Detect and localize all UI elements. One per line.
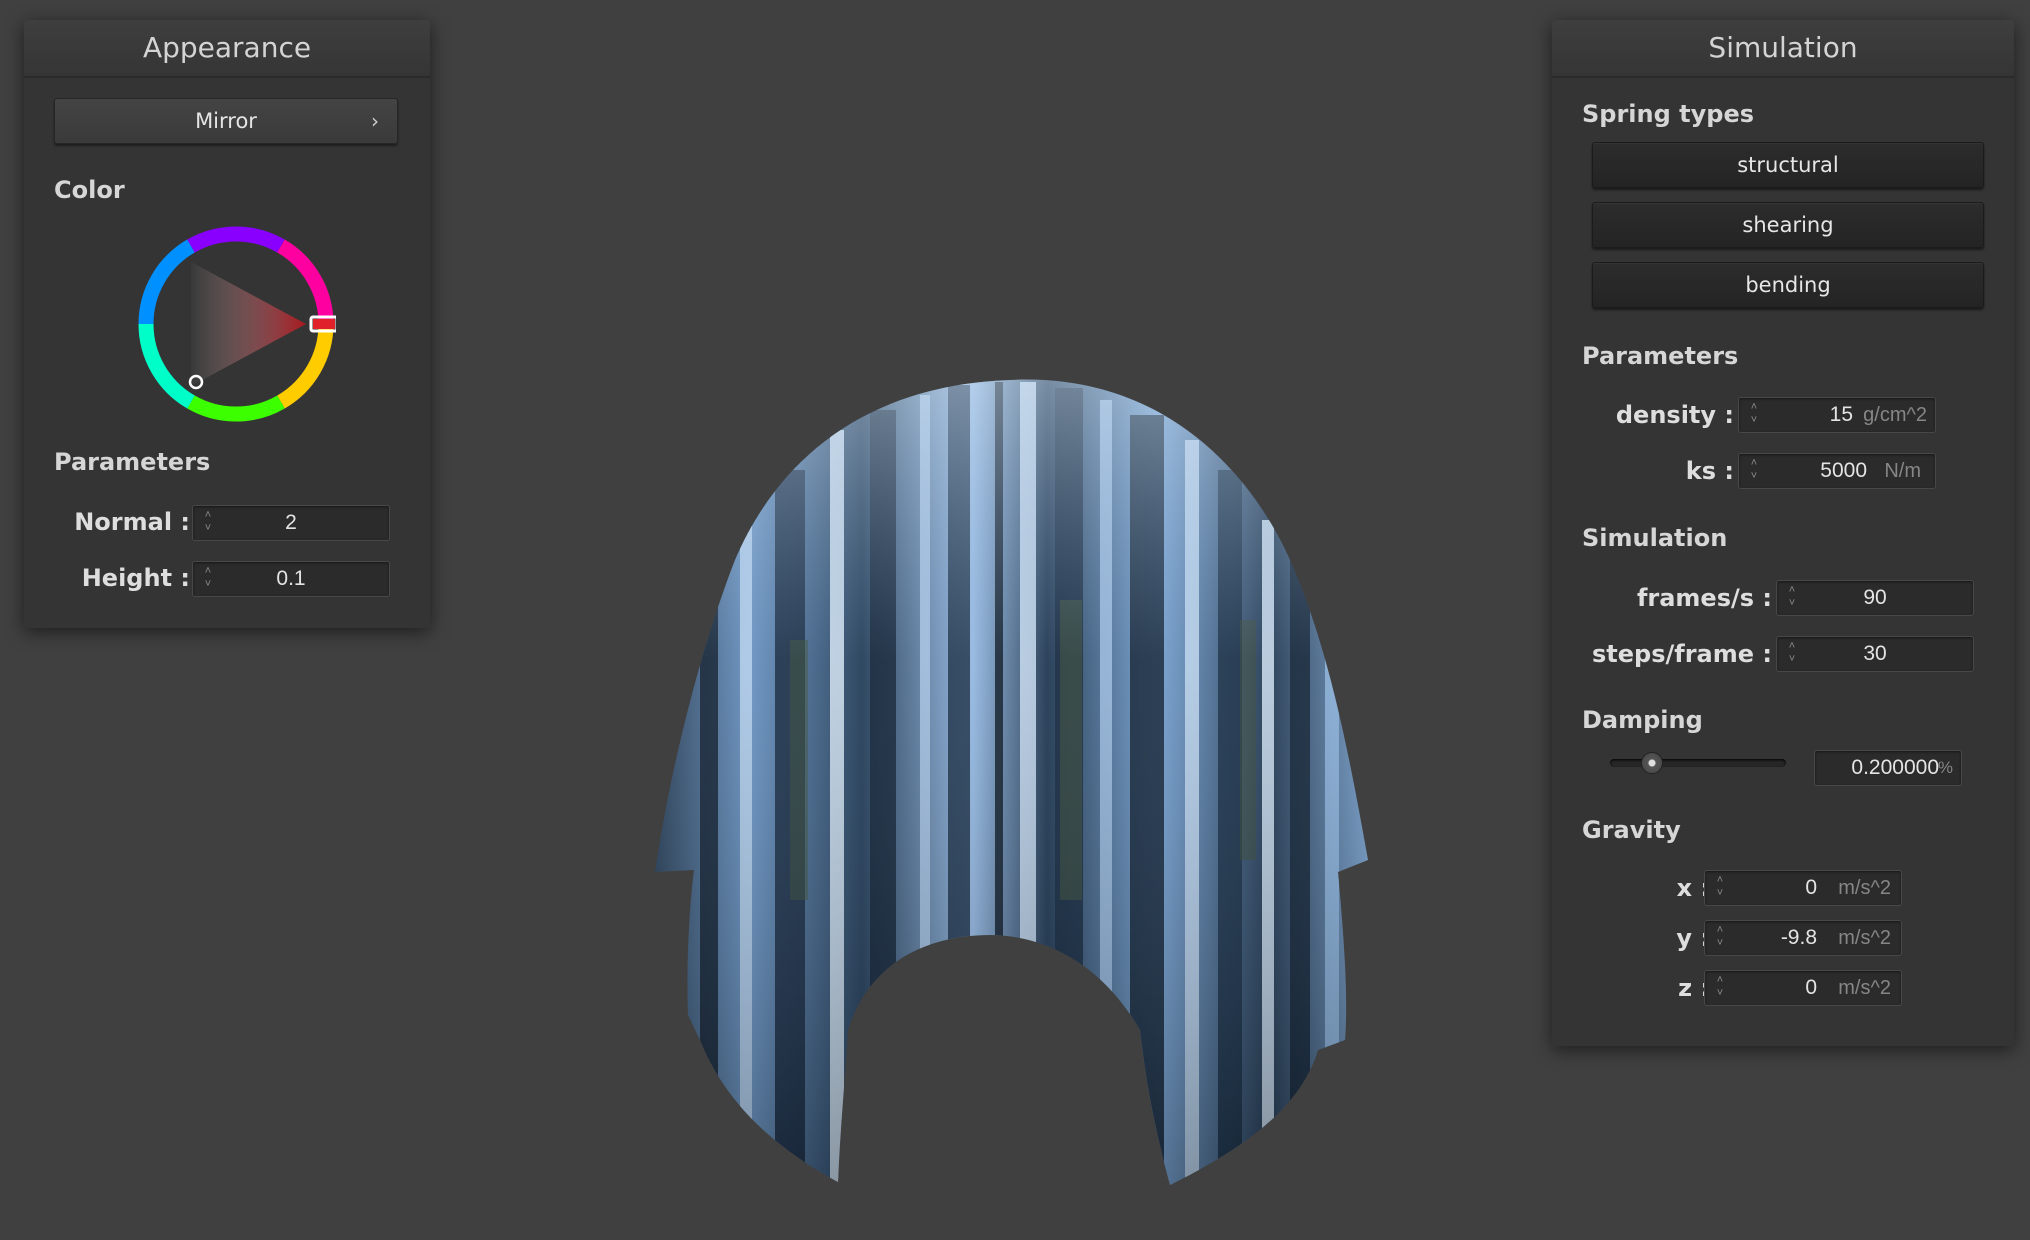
gravity-x-value: 0 [1805, 876, 1817, 899]
steps-per-frame-value: 30 [1863, 642, 1887, 665]
gravity-x-input[interactable]: ˄ ˅ 0 m/s^2 [1704, 870, 1902, 906]
ks-value: 5000 [1820, 459, 1867, 482]
damping-slider-handle[interactable] [1641, 752, 1664, 774]
height-input[interactable]: ˄ ˅ 0.1 [192, 561, 390, 597]
damping-value: 0.200000 [1851, 756, 1939, 779]
shader-select-value: Mirror [195, 109, 257, 133]
simulation-panel-title[interactable]: Simulation [1552, 20, 2014, 78]
damping-unit: % [1937, 758, 1953, 777]
gravity-y-input[interactable]: ˄ ˅ -9.8 m/s^2 [1704, 920, 1902, 956]
gravity-z-label: z : [1678, 974, 1710, 1002]
spinner-arrows-icon[interactable]: ˄ ˅ [1747, 401, 1761, 429]
steps-per-frame-input[interactable]: ˄ ˅ 30 [1776, 636, 1974, 672]
gravity-z-value: 0 [1805, 976, 1817, 999]
gravity-y-value: -9.8 [1780, 926, 1817, 949]
appearance-panel: Appearance Mirror › Color Parameters Nor… [24, 20, 430, 628]
density-value: 15 [1829, 403, 1853, 426]
gravity-y-unit: m/s^2 [1838, 927, 1891, 949]
damping-label: Damping [1582, 706, 1703, 734]
spring-structural-button[interactable]: structural [1592, 142, 1984, 188]
damping-slider-track [1610, 759, 1786, 767]
gravity-x-unit: m/s^2 [1838, 877, 1891, 899]
density-label: density : [1615, 401, 1734, 429]
spinner-arrows-icon[interactable]: ˄ ˅ [1713, 874, 1727, 902]
ks-label: ks : [1685, 457, 1734, 485]
steps-per-frame-label: steps/frame : [1592, 640, 1772, 668]
simulation-section-label: Simulation [1582, 524, 1728, 552]
fps-label: frames/s : [1636, 584, 1772, 612]
simulation-panel: Simulation Spring types structural shear… [1552, 20, 2014, 1046]
chevron-right-icon: › [371, 109, 379, 133]
gravity-y-label: y : [1676, 924, 1710, 952]
spring-shearing-button[interactable]: shearing [1592, 202, 1984, 248]
spring-bending-button[interactable]: bending [1592, 262, 1984, 308]
spinner-arrows-icon[interactable]: ˄ ˅ [1713, 924, 1727, 952]
density-unit: g/cm^2 [1863, 404, 1927, 426]
fps-value: 90 [1863, 586, 1887, 609]
damping-input[interactable]: 0.200000 % [1814, 750, 1962, 786]
density-input[interactable]: ˄ ˅ 15 g/cm^2 [1738, 397, 1936, 433]
spinner-arrows-icon[interactable]: ˄ ˅ [1747, 457, 1761, 485]
ks-unit: N/m [1884, 460, 1921, 482]
color-wheel-picker[interactable] [136, 224, 336, 424]
height-value: 0.1 [276, 567, 306, 590]
height-label: Height : [81, 564, 190, 592]
normal-input[interactable]: ˄ ˅ 2 [192, 505, 390, 541]
spring-types-label: Spring types [1582, 100, 1755, 128]
normal-value: 2 [285, 511, 297, 534]
gravity-x-label: x : [1676, 874, 1710, 902]
gravity-z-unit: m/s^2 [1838, 977, 1891, 999]
normal-label: Normal : [74, 508, 190, 536]
shader-select-dropdown[interactable]: Mirror › [54, 98, 398, 144]
simulation-parameters-label: Parameters [1582, 342, 1739, 370]
spinner-arrows-icon[interactable]: ˄ ˅ [1713, 974, 1727, 1002]
damping-slider[interactable] [1610, 752, 1786, 774]
appearance-parameters-label: Parameters [54, 448, 211, 476]
gravity-z-input[interactable]: ˄ ˅ 0 m/s^2 [1704, 970, 1902, 1006]
gravity-label: Gravity [1582, 816, 1681, 844]
fps-input[interactable]: ˄ ˅ 90 [1776, 580, 1974, 616]
color-section-label: Color [54, 176, 125, 204]
ks-input[interactable]: ˄ ˅ 5000 N/m [1738, 453, 1936, 489]
appearance-panel-title[interactable]: Appearance [24, 20, 430, 78]
